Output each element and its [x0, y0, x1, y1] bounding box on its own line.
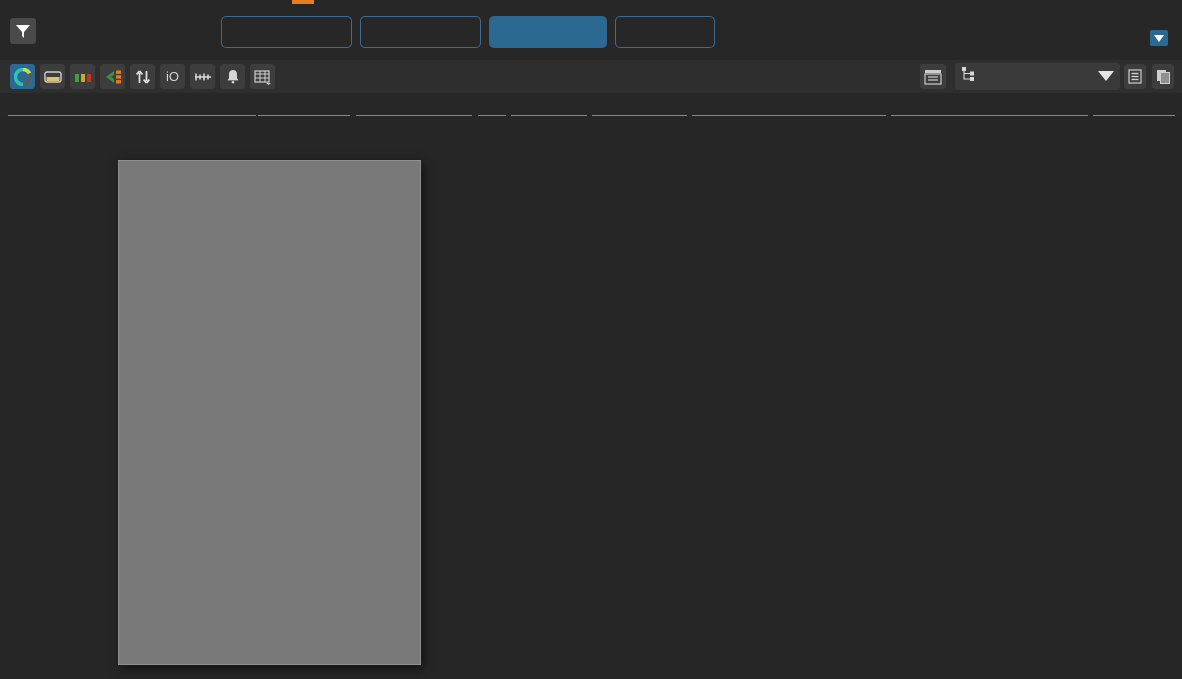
context-menu[interactable]	[118, 160, 421, 665]
column-header-rebuild[interactable]	[692, 96, 886, 116]
list-view-icon[interactable]	[1124, 64, 1146, 89]
chevron-down-icon[interactable]	[1150, 30, 1168, 46]
filter-icon[interactable]	[10, 18, 36, 44]
column-header-item[interactable]	[8, 96, 256, 116]
app-header	[0, 0, 1182, 60]
table-column-headers	[0, 93, 1182, 118]
column-header-io[interactable]	[478, 96, 506, 116]
column-header-alerts[interactable]	[1093, 96, 1175, 116]
table-icon[interactable]	[250, 64, 275, 89]
io-arrows-icon[interactable]	[130, 64, 155, 89]
bell-icon[interactable]	[220, 64, 245, 89]
tab-backend[interactable]	[489, 16, 607, 48]
migration-icon[interactable]	[100, 64, 125, 89]
user-menu[interactable]	[1145, 30, 1168, 46]
column-header-capacity-in-use[interactable]	[356, 96, 472, 116]
group-by-select[interactable]	[955, 63, 1120, 90]
column-header-bandwidth[interactable]	[511, 96, 587, 116]
io-text-icon[interactable]: iO	[160, 64, 185, 89]
capacity-bar-icon[interactable]	[40, 64, 65, 89]
column-header-iops[interactable]	[592, 96, 687, 116]
properties-panel-icon[interactable]	[920, 64, 946, 89]
copy-icon[interactable]	[1152, 64, 1174, 89]
active-tab-indicator	[292, 0, 314, 4]
column-header-rebalance[interactable]	[891, 96, 1088, 116]
bar-chart-icon[interactable]	[70, 64, 95, 89]
tab-dashboard[interactable]	[221, 16, 352, 48]
tab-frontend[interactable]	[360, 16, 481, 48]
column-header-total-capacity[interactable]	[258, 96, 350, 116]
donut-chart-icon[interactable]	[10, 64, 35, 89]
tree-hierarchy-icon	[961, 66, 976, 87]
ruler-icon[interactable]	[190, 64, 215, 89]
toolbar: iO	[0, 60, 1182, 93]
chevron-down-icon[interactable]	[1098, 68, 1114, 86]
tab-alerts[interactable]	[615, 16, 715, 48]
